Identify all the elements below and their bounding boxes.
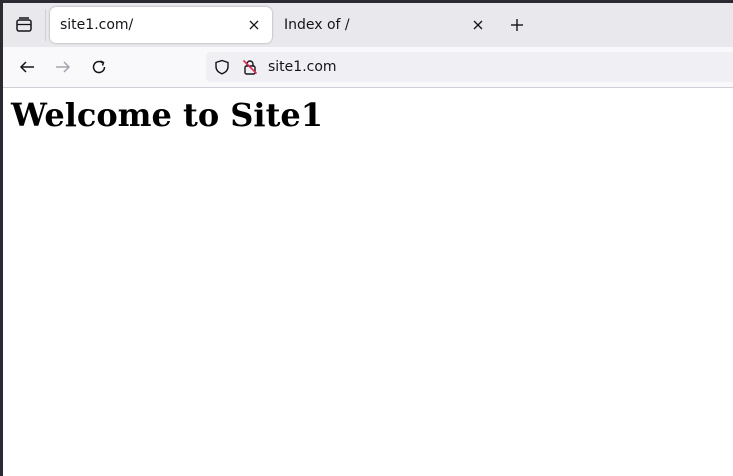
page-heading: Welcome to Site1 bbox=[11, 96, 323, 134]
tab-list-icon bbox=[16, 17, 32, 32]
reload-icon bbox=[92, 60, 106, 74]
new-tab-button[interactable] bbox=[503, 11, 531, 39]
close-icon bbox=[473, 20, 483, 30]
forward-button[interactable] bbox=[48, 52, 78, 82]
tab-label: site1.com/ bbox=[60, 17, 134, 33]
tab-close-button[interactable] bbox=[242, 13, 266, 37]
address-bar[interactable]: site1.com bbox=[206, 52, 733, 82]
tab-strip: site1.com/ Index of / bbox=[3, 3, 733, 47]
navigation-toolbar: site1.com bbox=[3, 47, 733, 88]
tab-separator bbox=[45, 9, 46, 41]
reload-button[interactable] bbox=[84, 52, 114, 82]
forward-arrow-icon bbox=[56, 61, 71, 73]
tab-close-button[interactable] bbox=[466, 13, 490, 37]
tab-site1[interactable]: site1.com/ bbox=[50, 7, 272, 43]
shield-icon bbox=[215, 59, 229, 75]
tab-index-of[interactable]: Index of / bbox=[274, 7, 496, 43]
tab-label: Index of / bbox=[284, 17, 350, 33]
plus-icon bbox=[511, 19, 523, 31]
tab-list-button[interactable] bbox=[9, 10, 39, 40]
close-icon bbox=[249, 20, 259, 30]
insecure-lock-icon bbox=[242, 59, 258, 75]
back-button[interactable] bbox=[12, 52, 42, 82]
tracking-protection-button[interactable] bbox=[212, 57, 232, 77]
page-content: Welcome to Site1 bbox=[3, 88, 733, 476]
site-security-button[interactable] bbox=[240, 57, 260, 77]
back-arrow-icon bbox=[19, 61, 34, 73]
browser-window: site1.com/ Index of / site1.com Welcome … bbox=[3, 3, 733, 476]
url-text[interactable]: site1.com bbox=[268, 52, 337, 82]
